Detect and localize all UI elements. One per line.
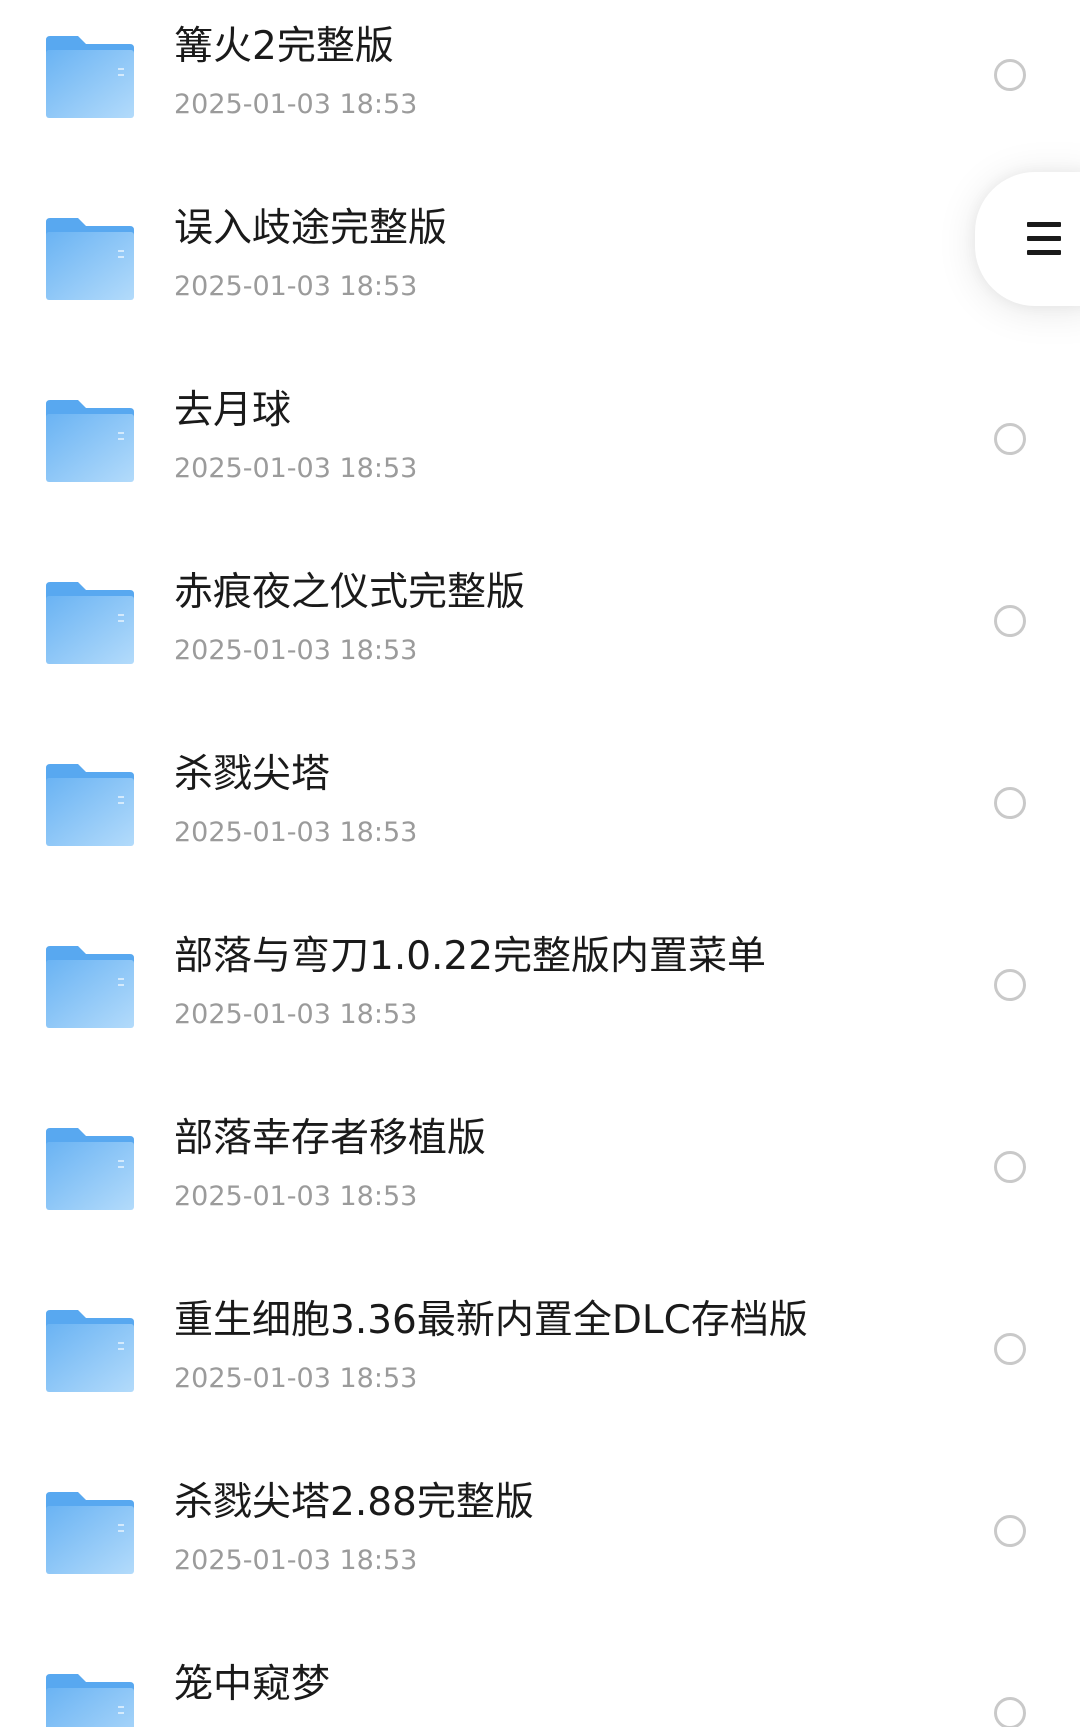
file-list: 篝火2完整版 2025-01-03 18:53 误入歧途完整版 2025-01-… xyxy=(0,0,1080,1727)
menu-bar xyxy=(1027,236,1061,241)
floating-menu-button[interactable] xyxy=(975,172,1080,306)
list-item[interactable]: 杀戮尖塔2.88完整版 2025-01-03 18:53 xyxy=(0,1456,1080,1638)
select-radio-icon[interactable] xyxy=(994,1333,1026,1365)
file-name: 杀戮尖塔2.88完整版 xyxy=(174,1480,534,1525)
list-item[interactable]: 部落幸存者移植版 2025-01-03 18:53 xyxy=(0,1092,1080,1274)
file-name: 杀戮尖塔 xyxy=(174,752,331,797)
file-name: 部落幸存者移植版 xyxy=(174,1116,487,1161)
list-item[interactable]: 杀戮尖塔 2025-01-03 18:53 xyxy=(0,728,1080,910)
select-radio-icon[interactable] xyxy=(994,969,1026,1001)
select-radio-icon[interactable] xyxy=(994,1697,1026,1727)
folder-icon xyxy=(44,1310,136,1394)
folder-icon xyxy=(44,582,136,666)
file-date: 2025-01-03 18:53 xyxy=(174,89,418,120)
select-radio-icon[interactable] xyxy=(994,1515,1026,1547)
list-item[interactable]: 笼中窥梦 xyxy=(0,1638,1080,1727)
list-item[interactable]: 重生细胞3.36最新内置全DLC存档版 2025-01-03 18:53 xyxy=(0,1274,1080,1456)
select-radio-icon[interactable] xyxy=(994,423,1026,455)
folder-icon xyxy=(44,764,136,848)
select-radio-icon[interactable] xyxy=(994,787,1026,819)
hamburger-menu-icon xyxy=(1027,222,1061,256)
file-date: 2025-01-03 18:53 xyxy=(174,271,418,302)
file-name: 篝火2完整版 xyxy=(174,24,394,69)
folder-icon xyxy=(44,1128,136,1212)
folder-icon xyxy=(44,218,136,302)
file-name: 重生细胞3.36最新内置全DLC存档版 xyxy=(174,1298,808,1343)
file-name: 赤痕夜之仪式完整版 xyxy=(174,570,526,615)
folder-icon xyxy=(44,946,136,1030)
file-date: 2025-01-03 18:53 xyxy=(174,999,418,1030)
list-item[interactable]: 部落与弯刀1.0.22完整版内置菜单 2025-01-03 18:53 xyxy=(0,910,1080,1092)
list-item[interactable]: 误入歧途完整版 2025-01-03 18:53 xyxy=(0,182,1080,364)
folder-icon xyxy=(44,1492,136,1576)
menu-bar xyxy=(1027,250,1061,255)
file-date: 2025-01-03 18:53 xyxy=(174,1363,418,1394)
file-name: 部落与弯刀1.0.22完整版内置菜单 xyxy=(174,934,767,979)
file-name: 去月球 xyxy=(174,388,292,433)
folder-icon xyxy=(44,36,136,120)
folder-icon xyxy=(44,400,136,484)
menu-bar xyxy=(1027,222,1061,227)
file-name: 误入歧途完整版 xyxy=(174,206,448,251)
select-radio-icon[interactable] xyxy=(994,59,1026,91)
list-item[interactable]: 篝火2完整版 2025-01-03 18:53 xyxy=(0,0,1080,182)
folder-icon xyxy=(44,1674,136,1727)
list-item[interactable]: 去月球 2025-01-03 18:53 xyxy=(0,364,1080,546)
select-radio-icon[interactable] xyxy=(994,605,1026,637)
list-item[interactable]: 赤痕夜之仪式完整版 2025-01-03 18:53 xyxy=(0,546,1080,728)
file-date: 2025-01-03 18:53 xyxy=(174,817,418,848)
select-radio-icon[interactable] xyxy=(994,1151,1026,1183)
file-date: 2025-01-03 18:53 xyxy=(174,635,418,666)
file-date: 2025-01-03 18:53 xyxy=(174,453,418,484)
file-date: 2025-01-03 18:53 xyxy=(174,1545,418,1576)
file-date: 2025-01-03 18:53 xyxy=(174,1181,418,1212)
file-name: 笼中窥梦 xyxy=(174,1662,331,1707)
